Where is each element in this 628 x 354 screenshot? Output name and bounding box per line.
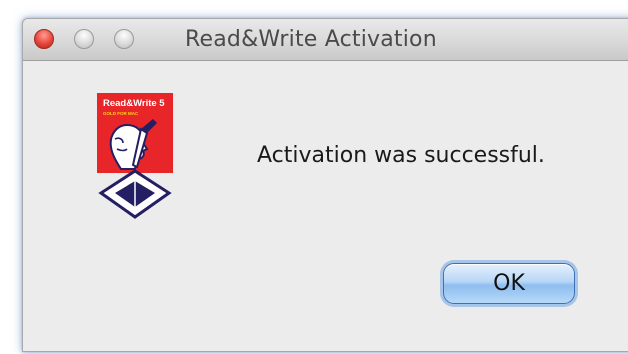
logo-subtitle-text: GOLD FOR MAC	[103, 111, 139, 116]
title-bar[interactable]: Read&Write Activation	[23, 19, 628, 61]
minimize-button[interactable]	[74, 29, 94, 49]
window-title: Read&Write Activation	[185, 27, 437, 52]
status-message: Activation was successful.	[257, 143, 545, 168]
activation-dialog: Read&Write Activation Read&Write 5 GOLD …	[22, 18, 628, 352]
read-write-logo-icon: Read&Write 5 GOLD FOR MAC	[97, 93, 173, 219]
ok-button-label: OK	[493, 271, 525, 296]
close-button[interactable]	[34, 29, 54, 49]
logo-name-text: Read&Write 5	[103, 98, 165, 109]
screen: Read&Write Activation Read&Write 5 GOLD …	[0, 0, 628, 354]
ok-button[interactable]: OK	[443, 263, 575, 304]
zoom-button[interactable]	[114, 29, 134, 49]
